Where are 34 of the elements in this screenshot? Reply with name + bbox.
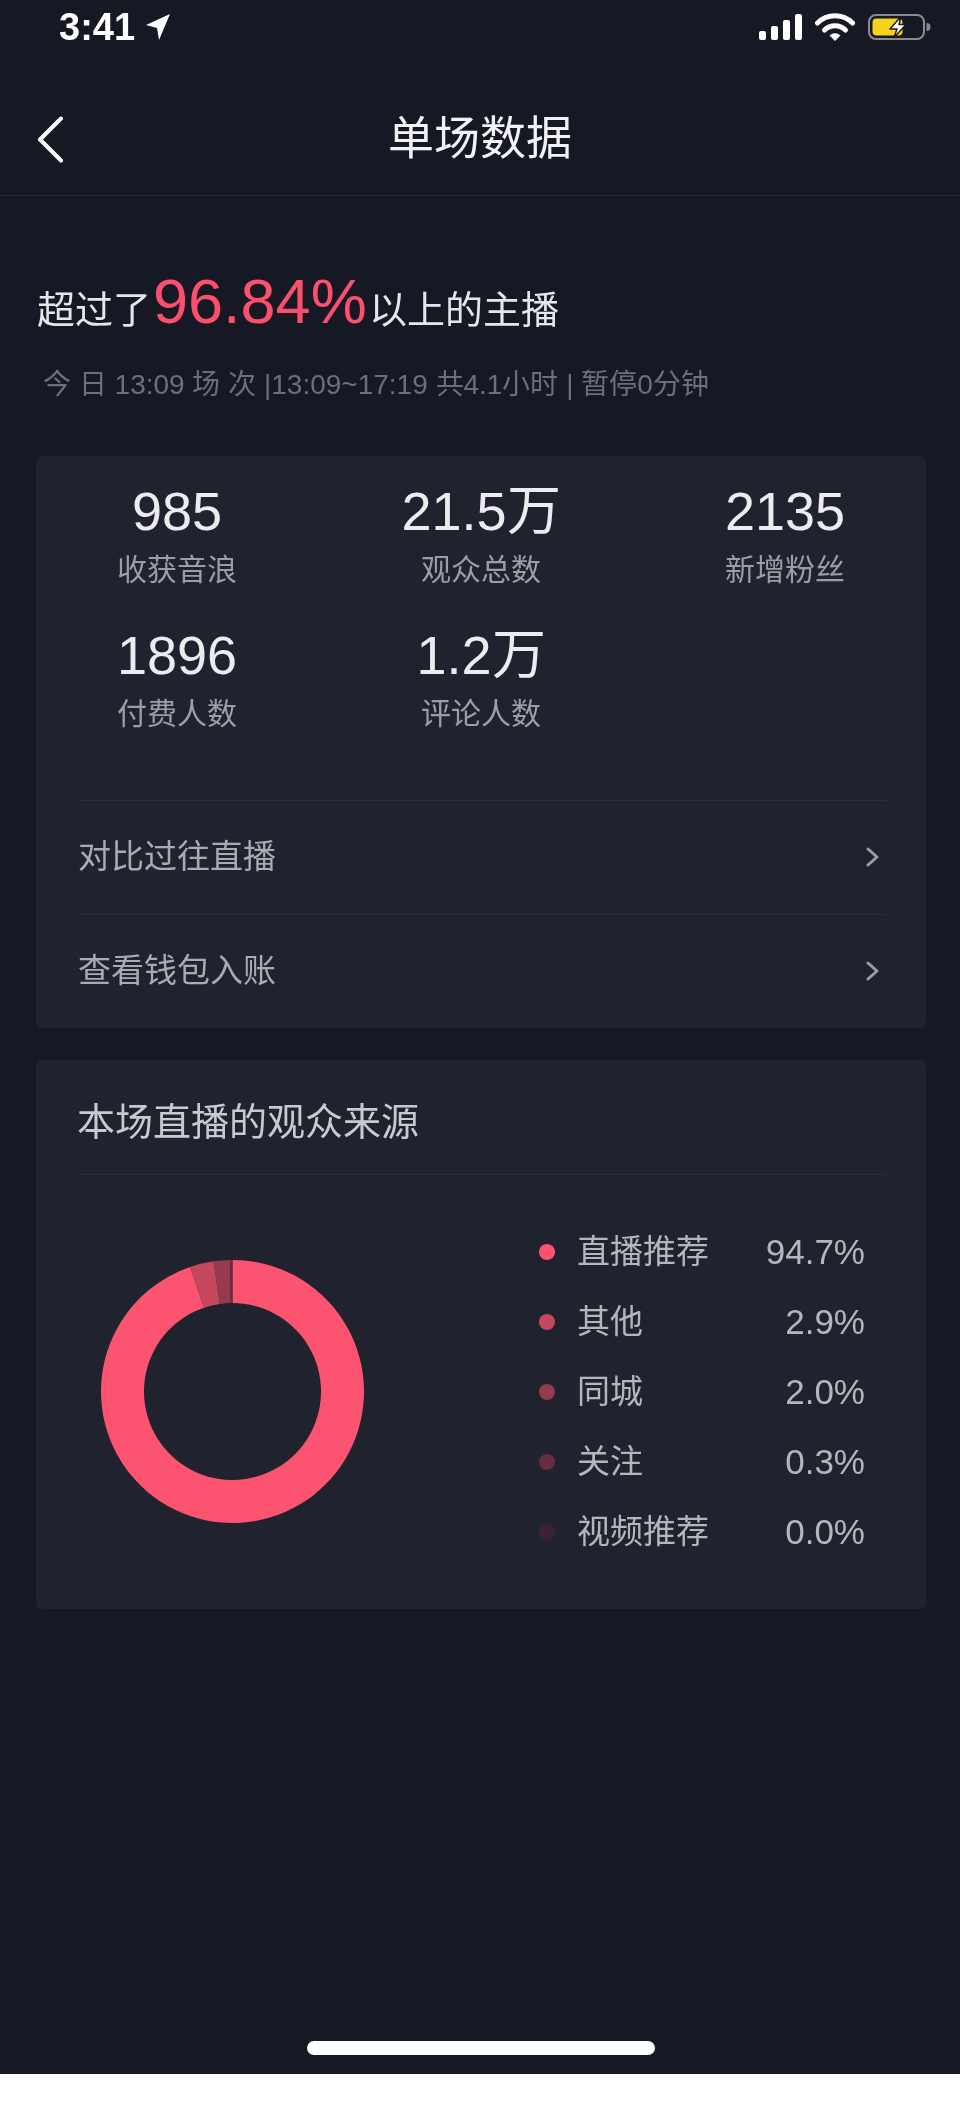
legend-label: 视频推荐 <box>577 1511 709 1552</box>
legend-label: 其他 <box>577 1301 643 1342</box>
stat-label: 付费人数 <box>117 695 237 732</box>
legend-label: 关注 <box>577 1441 643 1482</box>
stat-value: 2135 <box>724 479 846 542</box>
chevron-right-icon <box>866 961 880 982</box>
link-row[interactable]: 对比过往直播 <box>77 799 885 914</box>
stat-label: 观众总数 <box>421 551 541 588</box>
section-title: 本场直播的观众来源 <box>77 1099 420 1145</box>
wifi-icon <box>815 13 855 41</box>
legend-value: 2.0% <box>785 1371 865 1412</box>
legend-value: 94.7% <box>765 1231 865 1272</box>
stat-value: 985 <box>131 479 223 542</box>
status-time: 3:41 <box>59 8 136 46</box>
location-arrow-icon <box>146 14 171 40</box>
ranking-headline: 超过了96.84%以上的主播 <box>37 270 560 334</box>
link-row[interactable]: 查看钱包入账 <box>77 913 885 1028</box>
stat-label: 收获音浪 <box>117 551 237 588</box>
page-title: 单场数据 <box>388 111 572 167</box>
legend-label: 同城 <box>577 1371 643 1412</box>
battery-charging-icon <box>868 14 931 40</box>
session-detail: 今 日 13:09 场 次 |13:09~17:19 共4.1小时 | 暂停0分钟 <box>43 367 710 402</box>
chevron-right-icon <box>866 847 880 868</box>
signal-icon <box>759 14 802 40</box>
stat-value: 1896 <box>116 623 238 686</box>
legend-value: 0.0% <box>785 1511 865 1552</box>
stat-value: 21.5万 <box>401 479 561 542</box>
legend-value: 2.9% <box>785 1301 865 1342</box>
stat-value: 1.2万 <box>416 623 546 686</box>
legend-value: 0.3% <box>785 1441 865 1482</box>
legend-label: 直播推荐 <box>577 1231 709 1272</box>
back-icon[interactable] <box>37 115 64 163</box>
stat-label: 新增粉丝 <box>725 551 845 588</box>
stat-label: 评论人数 <box>421 695 541 732</box>
